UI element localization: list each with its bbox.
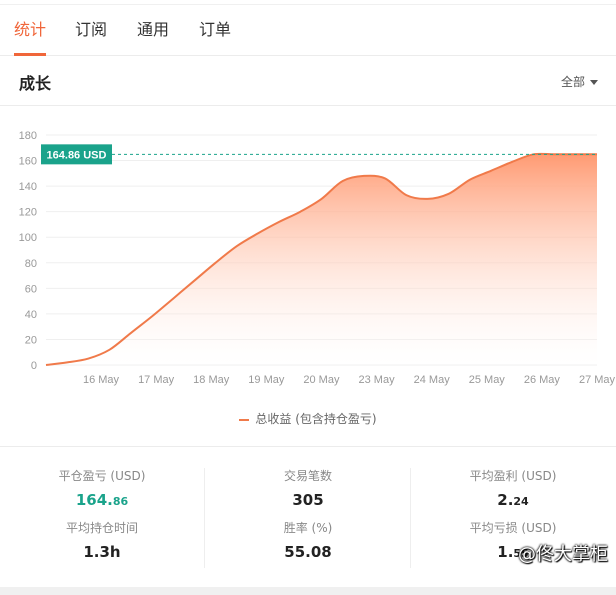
- stat-value: 305: [292, 491, 324, 509]
- y-tick-label: 100: [19, 232, 37, 244]
- x-tick-label: 26 May: [524, 374, 561, 386]
- chart-legend[interactable]: 总收益 (包含持仓盈亏): [0, 410, 616, 427]
- stat-avg-loss: 平均亏损 (USD) 1.55: [415, 520, 611, 564]
- y-tick-label: 20: [25, 334, 37, 346]
- tab-statistics[interactable]: 统计: [14, 19, 46, 41]
- stat-value: 1.3h: [83, 543, 121, 561]
- section-title: 成长: [19, 74, 52, 93]
- stat-label: 交易笔数: [283, 469, 332, 483]
- growth-chart: 0 20 40 60 80 100 120 140 160 180 16 May 17 May 18 …: [19, 130, 616, 386]
- stat-value: 1.55: [497, 543, 529, 561]
- stat-avg-profit: 平均盈利 (USD) 2.24: [415, 468, 611, 512]
- stats-divider: [410, 468, 411, 568]
- stat-trade-count: 交易笔数 305: [210, 468, 406, 512]
- x-tick-label: 23 May: [359, 374, 396, 386]
- y-tick-label: 120: [19, 207, 37, 219]
- caret-down-icon: [590, 80, 598, 85]
- x-tick-label: 24 May: [414, 374, 451, 386]
- top-tab-bar: 统计 订阅 通用 订单: [0, 0, 616, 56]
- y-tick-label: 140: [19, 181, 37, 193]
- stats-panel: [0, 446, 616, 586]
- stat-closed-pnl: 平仓盈亏 (USD) 164.86: [4, 468, 200, 512]
- stats-divider: [204, 468, 205, 568]
- x-tick-label: 25 May: [469, 374, 506, 386]
- y-tick-label: 180: [19, 130, 37, 142]
- legend-label: 总收益 (包含持仓盈亏): [255, 412, 377, 426]
- y-tick-label: 60: [25, 283, 37, 295]
- x-tick-label: 17 May: [138, 374, 175, 386]
- y-tick-label: 160: [19, 156, 37, 168]
- x-tick-label: 19 May: [248, 374, 285, 386]
- y-tick-label: 0: [31, 360, 37, 372]
- period-filter-label: 全部: [560, 75, 585, 89]
- stat-label: 平均持仓时间: [65, 521, 138, 535]
- stat-label: 平均盈利 (USD): [469, 469, 557, 483]
- stat-value: 55.08: [284, 543, 332, 561]
- stat-label: 平均亏损 (USD): [469, 521, 557, 535]
- x-tick-label: 27 May: [579, 374, 616, 386]
- tab-subscriptions[interactable]: 订阅: [75, 19, 107, 41]
- stat-label: 胜率 (%): [283, 521, 333, 535]
- stat-value: 164.86: [75, 491, 129, 509]
- stat-label: 平仓盈亏 (USD): [58, 469, 146, 483]
- tab-orders[interactable]: 订单: [199, 19, 231, 41]
- area-fill: [46, 153, 597, 365]
- y-tick-label: 80: [25, 258, 37, 270]
- tab-general[interactable]: 通用: [137, 19, 169, 41]
- stat-value: 2.24: [497, 491, 529, 509]
- stat-avg-holding-time: 平均持仓时间 1.3h: [4, 520, 200, 564]
- x-tick-label: 18 May: [193, 374, 230, 386]
- x-tick-label: 20 May: [303, 374, 340, 386]
- reference-label: 164.86 USD: [47, 149, 107, 161]
- growth-section-header: 成长 全部: [0, 56, 616, 106]
- bottom-separator: [0, 587, 616, 595]
- stat-win-rate: 胜率 (%) 55.08: [210, 520, 406, 564]
- legend-swatch: [239, 418, 250, 421]
- x-tick-label: 16 May: [83, 374, 120, 386]
- y-tick-label: 40: [25, 309, 37, 321]
- period-filter-dropdown[interactable]: 全部: [561, 73, 598, 90]
